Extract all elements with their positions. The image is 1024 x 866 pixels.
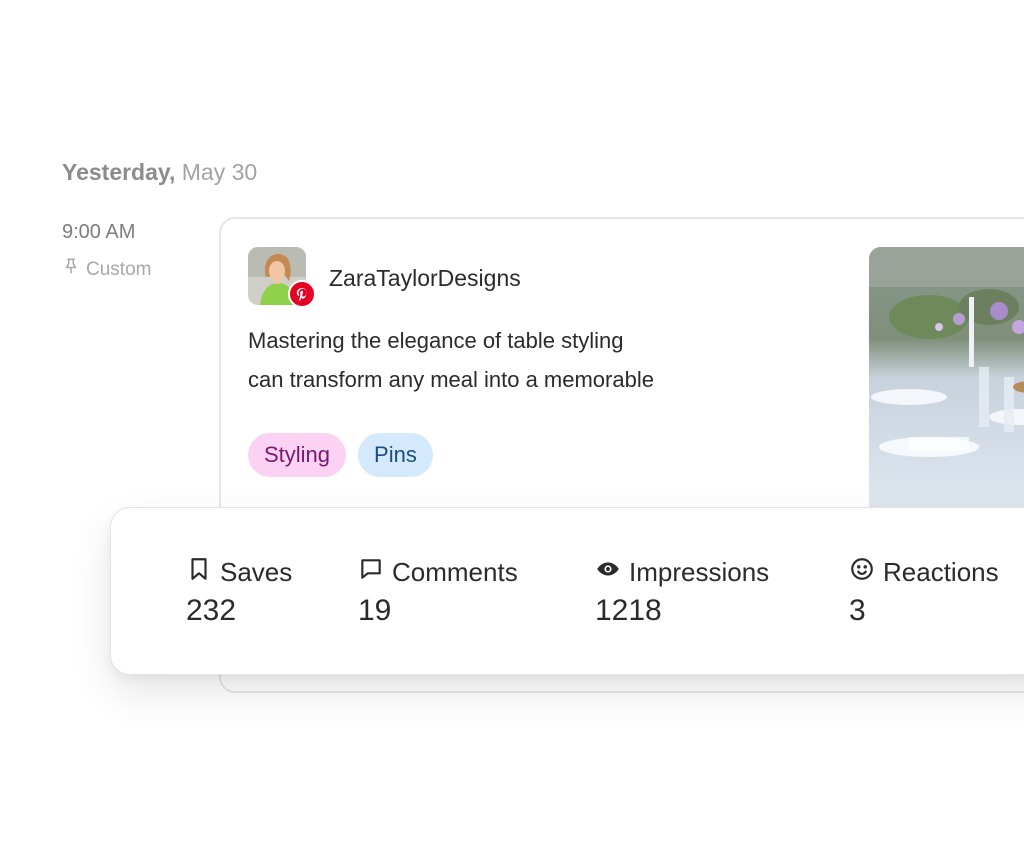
date-heading-date: May 30: [181, 159, 258, 185]
smiley-icon: [849, 556, 875, 588]
account-name[interactable]: ZaraTaylorDesigns: [329, 263, 521, 293]
metric-value: 232: [186, 594, 237, 627]
date-heading-day: Yesterday,: [62, 159, 176, 185]
tag-list: Styling Pins: [248, 433, 433, 477]
tag-pins[interactable]: Pins: [358, 433, 433, 477]
tag-styling[interactable]: Styling: [248, 433, 347, 477]
post-image[interactable]: [869, 247, 1024, 509]
post-text-line: Mastering the elegance of table styling: [248, 328, 624, 353]
metric-label: Comments: [392, 557, 518, 587]
comment-icon: [358, 556, 384, 588]
bookmark-icon: [186, 556, 212, 588]
metric-label: Saves: [220, 557, 293, 587]
slot-type-label: Custom: [86, 259, 152, 280]
date-heading: Yesterday, May 30: [62, 157, 257, 187]
eye-icon: [595, 556, 621, 588]
pinterest-icon: [288, 280, 316, 308]
metric-label: Impressions: [629, 557, 770, 587]
post-text-line: can transform any meal into a memorable: [248, 367, 654, 392]
metrics-card: Saves 232 Comments 19 Impressions 1218 R…: [110, 507, 1024, 675]
metric-value: 1218: [595, 594, 662, 627]
metric-impressions: Impressions 1218: [595, 556, 769, 628]
metric-saves: Saves 232: [186, 556, 292, 628]
post-time: 9:00 AM: [62, 221, 136, 243]
slot-type: Custom: [62, 257, 151, 283]
metric-comments: Comments 19: [358, 556, 518, 628]
post-text: Mastering the elegance of table styling …: [248, 321, 768, 399]
metric-label: Reactions: [883, 557, 999, 587]
metric-reactions: Reactions 3: [849, 556, 999, 628]
pin-icon: [62, 257, 80, 283]
post-history-view: Yesterday, May 30 9:00 AM Custom ZaraTay…: [0, 0, 1024, 866]
account-avatar: [248, 247, 316, 308]
metric-value: 19: [358, 594, 392, 627]
metric-value: 3: [849, 594, 866, 627]
